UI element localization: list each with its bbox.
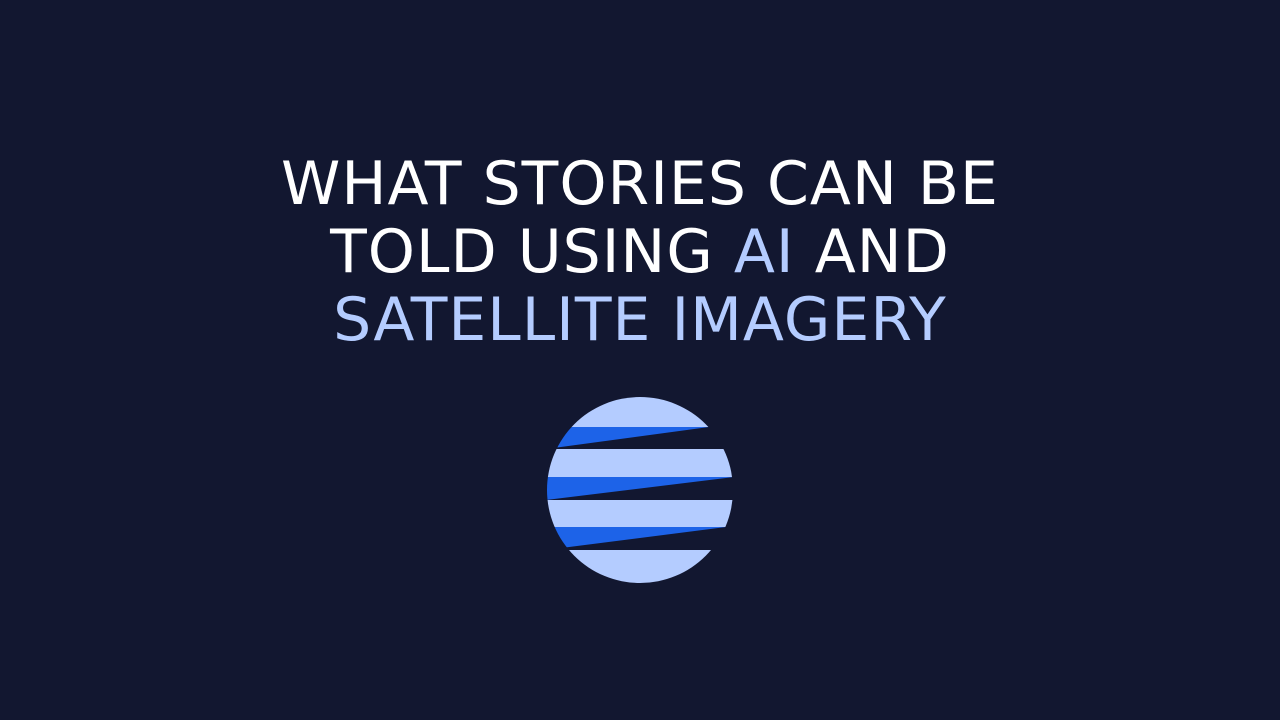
headline-text-told-using: TOLD USING [330,217,734,287]
logo-wedge-blue-3 [547,527,726,550]
logo-band-light-4 [547,550,733,583]
headline-highlight-ai: AI [733,217,795,287]
headline-text-and: AND [794,217,950,287]
striped-globe-icon [547,397,733,583]
logo-band-light-2 [547,449,733,477]
logo-band-light-3 [547,500,733,527]
headline-line-2: TOLD USING AI AND [0,218,1280,286]
headline-line-1: WHAT STORIES CAN BE [281,149,999,219]
headline: WHAT STORIES CAN BE TOLD USING AI AND SA… [0,150,1280,354]
headline-line-3-highlight: SATELLITE IMAGERY [333,285,947,355]
logo-wedge-blue-2 [547,477,733,500]
logo-wedge-blue-1 [547,427,709,449]
logo-band-light-1 [547,397,709,427]
